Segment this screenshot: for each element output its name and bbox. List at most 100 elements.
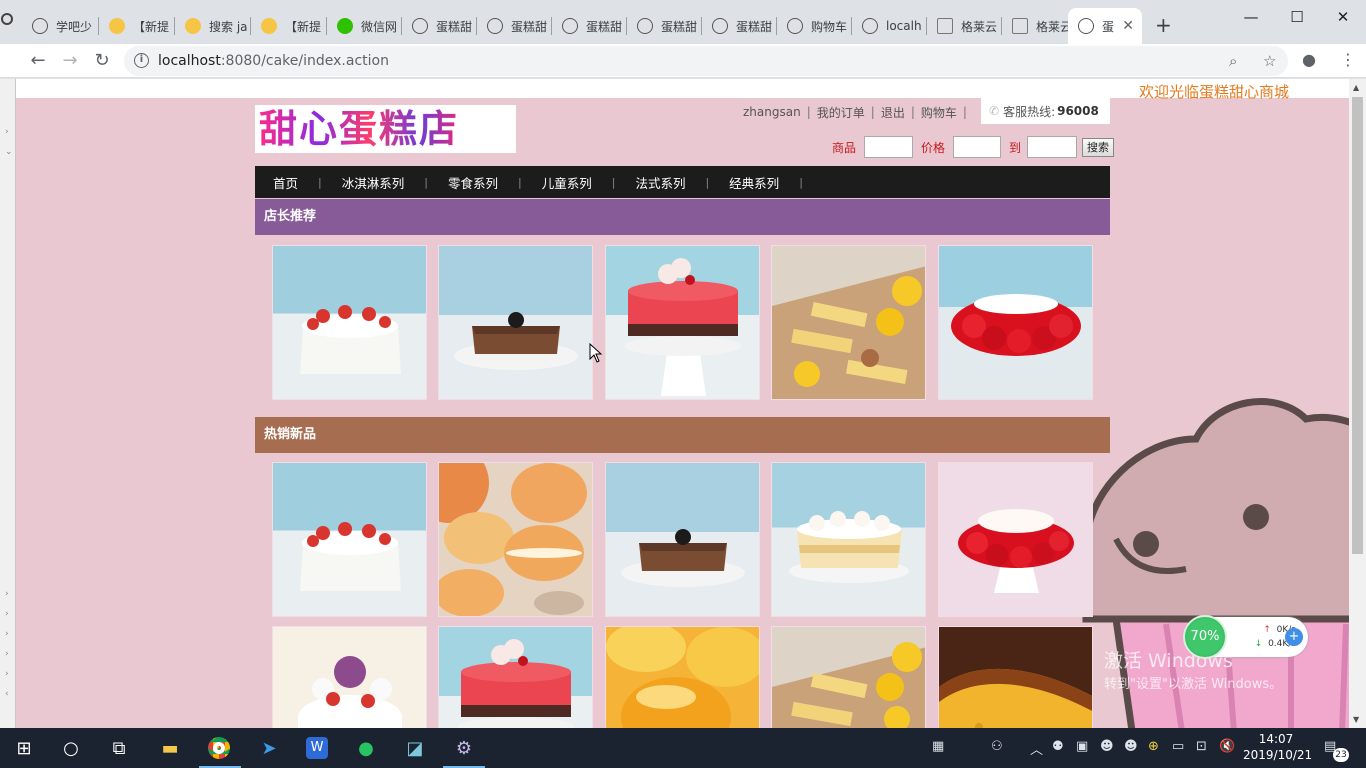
task-view-icon[interactable]: ⧉ <box>106 735 132 761</box>
windows-taskbar: ⊞ ○ ⧉ ▬ ➤ W ● ◪ ⚙ ▦ ⚇ ︿ ⚉ ▣ ☻ ☻ ⊕ ▭ ⊡ 🔇 … <box>0 728 1366 768</box>
qq-icon[interactable]: ☻ <box>1100 739 1114 754</box>
product-card[interactable] <box>272 626 427 728</box>
product-image-cartoon-cake <box>298 656 402 728</box>
product-card[interactable] <box>938 462 1093 617</box>
nav-snacks[interactable]: 零食系列 <box>448 173 498 192</box>
browser-tab[interactable]: 微信网 <box>327 8 402 44</box>
browser-tab[interactable]: 蛋糕甜 <box>552 8 627 44</box>
welcome-text: 欢迎光临蛋糕甜心商城 <box>1139 83 1290 101</box>
file-explorer-icon[interactable]: ▬ <box>157 735 183 761</box>
scroll-up-icon[interactable]: ▲ <box>1353 83 1359 92</box>
info-icon[interactable]: i <box>134 53 149 68</box>
profile-icon[interactable]: ● <box>1302 50 1316 69</box>
browser-tab[interactable]: 搜索 ja <box>175 8 251 44</box>
feishu-icon[interactable]: ➤ <box>256 735 282 761</box>
browser-tab-active[interactable]: 蛋 ✕ <box>1068 8 1142 44</box>
search-circle-icon[interactable]: ○ <box>58 735 84 761</box>
notepad-icon[interactable]: ◪ <box>402 735 428 761</box>
nav-kids[interactable]: 儿童系列 <box>542 173 592 192</box>
minimize-icon[interactable]: — <box>1228 4 1274 30</box>
cart-link[interactable]: 购物车 <box>921 104 957 121</box>
nav-french[interactable]: 法式系列 <box>635 173 685 192</box>
close-window-icon[interactable]: ✕ <box>1320 4 1366 30</box>
product-card[interactable] <box>605 245 760 400</box>
product-card[interactable] <box>771 626 926 728</box>
section-header-hot: 热销新品 <box>255 417 1110 453</box>
product-card[interactable] <box>272 462 427 617</box>
browser-tab[interactable]: localh <box>852 8 927 44</box>
gear-app-icon[interactable]: ⚙ <box>451 735 477 761</box>
zoom-icon[interactable]: ⌕ <box>1229 52 1237 70</box>
network-speed-widget[interactable]: 70% ↑ 0K/s ↓ 0.4K/s + <box>1183 615 1308 659</box>
scroll-down-icon[interactable]: ▼ <box>1353 715 1359 724</box>
browser-tab[interactable]: 蛋糕甜 <box>627 8 702 44</box>
search-button[interactable]: 搜索 <box>1082 137 1115 157</box>
browser-tab[interactable]: 【新提 <box>251 8 327 44</box>
new-tab-icon[interactable]: + <box>1155 15 1172 35</box>
browser-tab[interactable]: 购物车 <box>777 8 852 44</box>
globe-icon <box>32 18 48 34</box>
chrome-icon[interactable] <box>206 735 232 761</box>
tray-monitor-icon[interactable]: ▣ <box>1076 739 1088 754</box>
store-logo[interactable]: 甜心蛋糕店 <box>255 105 516 153</box>
network-icon[interactable]: ⊡ <box>1196 739 1207 754</box>
wps-icon[interactable]: W <box>304 735 330 761</box>
product-card[interactable] <box>771 245 926 400</box>
ime-grid-icon[interactable]: ▦ <box>932 739 944 754</box>
tray-battery-icon[interactable]: ▭ <box>1172 739 1184 754</box>
price-min-input[interactable] <box>953 136 1002 158</box>
menu-kebab-icon[interactable]: ⋮ <box>1340 50 1356 69</box>
logout-link[interactable]: 退出 <box>881 104 905 121</box>
browser-tab[interactable]: 格莱云 <box>927 8 1002 44</box>
volume-muted-icon[interactable]: 🔇 <box>1219 739 1235 754</box>
browser-tab[interactable]: 格莱云 <box>1002 8 1070 44</box>
product-image-strawberry-cake <box>300 522 401 591</box>
product-card[interactable] <box>771 462 926 617</box>
product-card[interactable] <box>438 245 593 400</box>
browser-tab[interactable]: 蛋糕甜 <box>477 8 552 44</box>
reload-icon[interactable]: ↻ <box>90 49 114 73</box>
main-nav: 首页 | 冰淇淋系列 | 零食系列 | 儿童系列 | 法式系列 | 经典系列 | <box>255 166 1110 198</box>
my-orders-link[interactable]: 我的订单 <box>817 104 865 121</box>
back-icon[interactable]: ← <box>26 49 50 73</box>
product-card[interactable] <box>438 626 593 728</box>
tray-chevron-icon[interactable]: ︿ <box>1030 739 1043 758</box>
system-clock[interactable]: 14:07 2019/10/21 <box>1243 731 1312 763</box>
product-image-cream-buns <box>439 463 587 616</box>
username-link[interactable]: zhangsan <box>743 105 801 119</box>
globe-icon <box>862 18 878 34</box>
cat-icon <box>185 18 201 34</box>
nav-home[interactable]: 首页 <box>273 173 298 192</box>
people-icon[interactable]: ⚇ <box>991 739 1003 754</box>
product-card[interactable] <box>605 462 760 617</box>
product-card[interactable] <box>272 245 427 400</box>
browser-tab[interactable]: 蛋糕甜 <box>702 8 777 44</box>
qq-icon[interactable]: ☻ <box>1124 739 1138 754</box>
windows-start-icon[interactable]: ⊞ <box>11 735 37 761</box>
page-scrollbar[interactable]: ▲ ▼ <box>1349 79 1366 728</box>
tray-plus-icon[interactable]: ⊕ <box>1148 739 1159 754</box>
product-card[interactable] <box>938 626 1093 728</box>
close-tab-icon[interactable]: ✕ <box>1122 18 1134 34</box>
nav-classic[interactable]: 经典系列 <box>729 173 779 192</box>
price-max-input[interactable] <box>1027 136 1078 158</box>
product-card[interactable] <box>605 626 760 728</box>
url-text[interactable]: localhost:8080/cake/index.action <box>158 53 389 69</box>
nav-icecream[interactable]: 冰淇淋系列 <box>342 173 405 192</box>
product-image-lemon-cheese-bars <box>772 266 925 399</box>
wechat-app-icon[interactable]: ● <box>353 735 379 761</box>
tray-app-icon[interactable]: ⚉ <box>1052 739 1064 754</box>
browser-tab[interactable]: 【新提 <box>99 8 175 44</box>
product-card[interactable] <box>438 462 593 617</box>
forward-icon[interactable]: → <box>58 49 82 73</box>
product-card[interactable] <box>938 245 1093 400</box>
product-name-input[interactable] <box>864 136 914 158</box>
scroll-thumb[interactable] <box>1352 97 1363 554</box>
product-image-mango-pudding <box>606 627 759 728</box>
browser-tab[interactable]: 学吧少 <box>22 8 99 44</box>
bookmark-star-icon[interactable]: ☆ <box>1263 52 1276 70</box>
boost-icon[interactable]: + <box>1285 628 1303 646</box>
browser-tab[interactable]: 蛋糕甜 <box>402 8 477 44</box>
address-bar[interactable]: i localhost:8080/cake/index.action ⌕ ☆ <box>124 46 1288 76</box>
maximize-icon[interactable]: ☐ <box>1274 4 1320 30</box>
